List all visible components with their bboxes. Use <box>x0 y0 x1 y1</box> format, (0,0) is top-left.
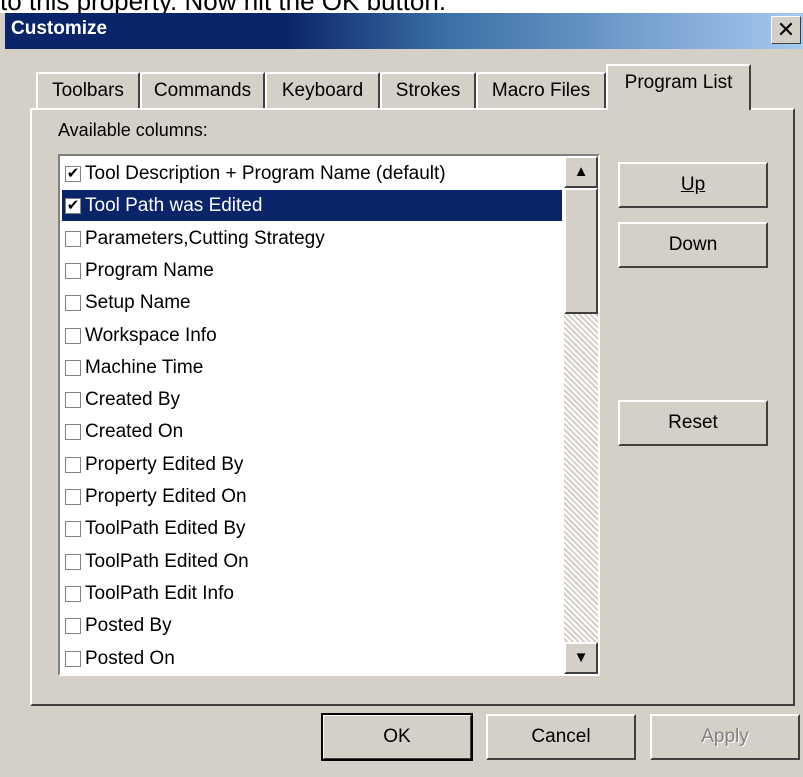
list-item[interactable]: Posted By <box>62 610 562 641</box>
scroll-down-icon[interactable]: ▼ <box>564 642 598 674</box>
title-bar[interactable]: Customize ✕ <box>5 13 803 49</box>
checkbox-icon[interactable] <box>65 456 81 473</box>
list-item-label: ToolPath Edit Info <box>85 582 234 604</box>
checkbox-icon[interactable] <box>65 230 81 247</box>
list-item-label: ToolPath Edited On <box>85 550 249 572</box>
up-button-label: Up <box>680 174 706 195</box>
tab-strokes[interactable]: Strokes <box>380 72 476 108</box>
listbox-scrollbar[interactable]: ▲ ▼ <box>564 156 598 674</box>
scroll-up-icon[interactable]: ▲ <box>564 156 598 188</box>
apply-button-label: Apply <box>701 726 749 747</box>
list-item-label: Tool Path was Edited <box>85 195 263 217</box>
list-item[interactable]: Property Edited On <box>62 481 562 512</box>
dialog-title: Customize <box>11 18 108 39</box>
list-item-label: Parameters,Cutting Strategy <box>85 227 325 249</box>
apply-button[interactable]: Apply <box>650 714 800 760</box>
checkbox-icon[interactable] <box>65 359 81 376</box>
list-item-label: Posted On <box>85 647 175 669</box>
list-item[interactable]: ✔ Tool Path was Edited <box>62 190 562 222</box>
checkbox-icon[interactable] <box>65 262 81 279</box>
list-item[interactable]: Property Edited By <box>62 449 562 480</box>
down-button[interactable]: Down <box>618 222 768 268</box>
checkbox-icon[interactable] <box>65 392 81 409</box>
checkbox-icon[interactable] <box>65 424 81 441</box>
list-item-label: Workspace Info <box>85 324 217 346</box>
list-item[interactable]: Program Name <box>62 255 562 286</box>
list-item-label: Machine Time <box>85 356 204 378</box>
up-button[interactable]: Up <box>618 162 768 208</box>
tab-keyboard[interactable]: Keyboard <box>265 72 380 108</box>
list-item[interactable]: Workspace Info <box>62 320 562 351</box>
list-item-label: ToolPath Edited By <box>85 518 246 540</box>
down-button-label: Down <box>668 234 718 255</box>
list-item-label: Property Edited On <box>85 486 247 507</box>
list-item-label: Property Edited By <box>85 453 244 475</box>
list-item-label: Program Name <box>85 259 214 281</box>
checkbox-icon[interactable] <box>65 585 81 602</box>
list-item-label: Posted By <box>85 615 172 637</box>
list-item[interactable]: Posted On <box>62 643 562 674</box>
tab-program-list[interactable]: Program List <box>606 64 751 110</box>
list-item-label: Setup Name <box>85 292 191 314</box>
list-item[interactable]: ToolPath Edited On <box>62 546 562 577</box>
columns-listbox[interactable]: ✔ Tool Description + Program Name (defaul… <box>58 154 600 676</box>
checkbox-icon[interactable] <box>65 327 81 344</box>
ok-button-label: OK <box>383 726 411 747</box>
available-columns-label: Available columns: <box>58 120 208 140</box>
list-item-label: Created By <box>85 389 181 411</box>
checkbox-icon[interactable] <box>65 618 81 635</box>
list-item[interactable]: Parameters,Cutting Strategy <box>62 223 562 254</box>
tab-commands[interactable]: Commands <box>140 72 265 108</box>
ok-button[interactable]: OK <box>321 713 473 761</box>
reset-button-label: Reset <box>668 412 718 433</box>
tab-toolbars[interactable]: Toolbars <box>36 72 140 108</box>
checkbox-icon[interactable] <box>65 521 81 538</box>
checkbox-icon[interactable] <box>65 295 81 312</box>
cancel-button[interactable]: Cancel <box>486 714 636 760</box>
checkbox-checked-icon[interactable]: ✔ <box>65 166 81 182</box>
list-item-label: Tool Description + Program Name (default… <box>85 163 446 184</box>
list-item[interactable]: Created By <box>62 384 562 415</box>
list-item[interactable]: Machine Time <box>62 352 562 383</box>
tab-macro-files[interactable]: Macro Files <box>476 72 606 108</box>
checkbox-icon[interactable] <box>65 553 81 570</box>
checkbox-icon[interactable] <box>65 489 81 505</box>
list-item[interactable]: ToolPath Edited By <box>62 513 562 544</box>
list-item[interactable]: ToolPath Edit Info <box>62 578 562 609</box>
cancel-button-label: Cancel <box>531 726 591 747</box>
list-item[interactable]: Setup Name <box>62 287 562 318</box>
reset-button[interactable]: Reset <box>618 400 768 446</box>
checkbox-checked-icon[interactable]: ✔ <box>65 198 81 215</box>
scroll-thumb[interactable] <box>564 188 598 314</box>
list-item-label: Created On <box>85 421 184 443</box>
list-item[interactable]: Created On <box>62 416 562 447</box>
close-icon[interactable]: ✕ <box>771 16 801 44</box>
checkbox-icon[interactable] <box>65 650 81 667</box>
list-item[interactable]: ✔ Tool Description + Program Name (defaul… <box>62 158 562 189</box>
